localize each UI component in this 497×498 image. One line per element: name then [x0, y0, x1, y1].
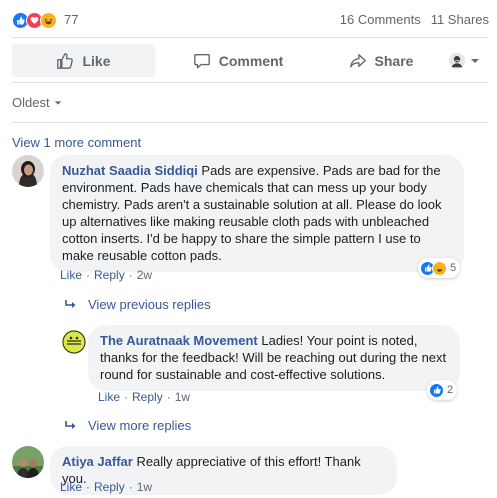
comment-button[interactable]: Comment: [155, 44, 321, 77]
caret-down-icon: [54, 100, 61, 105]
divider: [12, 37, 487, 38]
view-previous-replies-link[interactable]: View previous replies: [64, 297, 211, 312]
share-arrow-icon: [349, 53, 366, 68]
post-action-bar: Like Comment Share: [12, 44, 487, 77]
separator-dot: ·: [128, 480, 133, 494]
share-button[interactable]: Share: [321, 44, 441, 77]
comment-timestamp[interactable]: 1w: [137, 480, 152, 494]
reply-reply-link[interactable]: Reply: [132, 390, 163, 404]
comment-reply-link[interactable]: Reply: [94, 268, 125, 282]
separator-dot: ·: [86, 268, 91, 282]
reply-arrow-icon: [65, 420, 76, 429]
divider: [12, 122, 487, 123]
commenter-avatar[interactable]: [12, 446, 44, 478]
reply-reaction-chip[interactable]: 2: [427, 380, 458, 400]
reply-as-profile-selector[interactable]: [441, 44, 487, 77]
comment-reply-link[interactable]: Reply: [94, 480, 125, 494]
separator-dot: ·: [86, 480, 91, 494]
reaction-count[interactable]: 77: [64, 12, 78, 27]
comment-button-label: Comment: [218, 52, 284, 69]
comment-meta: Like · Reply · 2w: [60, 268, 152, 282]
reaction-count: 5: [450, 262, 457, 274]
comment-sort-dropdown[interactable]: Oldest: [12, 95, 62, 110]
chevron-down-icon: [471, 58, 479, 63]
comment-text: Pads are expensive. Pads are bad for the…: [62, 163, 442, 263]
share-button-label: Share: [374, 52, 414, 69]
comment-author-link[interactable]: Atiya Jaffar: [62, 454, 133, 469]
like-button-label: Like: [82, 52, 111, 69]
shares-count-link[interactable]: 11 Shares: [431, 12, 489, 27]
thumbs-up-icon: [57, 52, 74, 69]
profile-avatar-icon: [448, 52, 466, 69]
commenter-avatar[interactable]: [12, 155, 44, 187]
reply-author-avatar[interactable]: [62, 330, 86, 354]
haha-reaction-icon: [40, 11, 57, 29]
comment-timestamp[interactable]: 2w: [137, 268, 152, 282]
reply-like-link[interactable]: Like: [98, 390, 120, 404]
separator-dot: ·: [128, 268, 133, 282]
comment-bubble: Nuzhat Saadia Siddiqi Pads are expensive…: [50, 155, 464, 272]
divider: [12, 82, 487, 83]
view-more-replies-label: View more replies: [88, 418, 192, 433]
separator-dot: ·: [124, 390, 129, 404]
reply-meta: Like · Reply · 1w: [98, 390, 190, 404]
reply-author-link[interactable]: The Auratnaak Movement: [100, 333, 258, 348]
reaction-count: 2: [447, 384, 454, 396]
haha-reaction-icon: [432, 260, 447, 276]
like-button[interactable]: Like: [12, 44, 155, 77]
sort-label: Oldest: [12, 95, 50, 110]
view-more-comments-link[interactable]: View 1 more comment: [12, 135, 141, 150]
comment-like-link[interactable]: Like: [60, 480, 82, 494]
view-previous-replies-label: View previous replies: [88, 297, 211, 312]
separator-dot: ·: [166, 390, 171, 404]
comment-like-link[interactable]: Like: [60, 268, 82, 282]
comment-author-link[interactable]: Nuzhat Saadia Siddiqi: [62, 163, 198, 178]
reply-bubble: The Auratnaak Movement Ladies! Your poin…: [88, 325, 460, 391]
comment-meta: Like · Reply · 1w: [60, 480, 152, 494]
reply-timestamp[interactable]: 1w: [175, 390, 190, 404]
post-stats: 16 Comments 11 Shares: [340, 12, 489, 27]
reply-arrow-icon: [65, 299, 76, 308]
comment-bubble-icon: [193, 53, 210, 68]
reaction-summary-icons[interactable]: [12, 11, 57, 29]
view-more-replies-link[interactable]: View more replies: [64, 418, 191, 433]
like-reaction-icon: [429, 382, 444, 398]
comment-reaction-chip[interactable]: 5: [418, 258, 461, 278]
comments-count-link[interactable]: 16 Comments: [340, 12, 421, 27]
